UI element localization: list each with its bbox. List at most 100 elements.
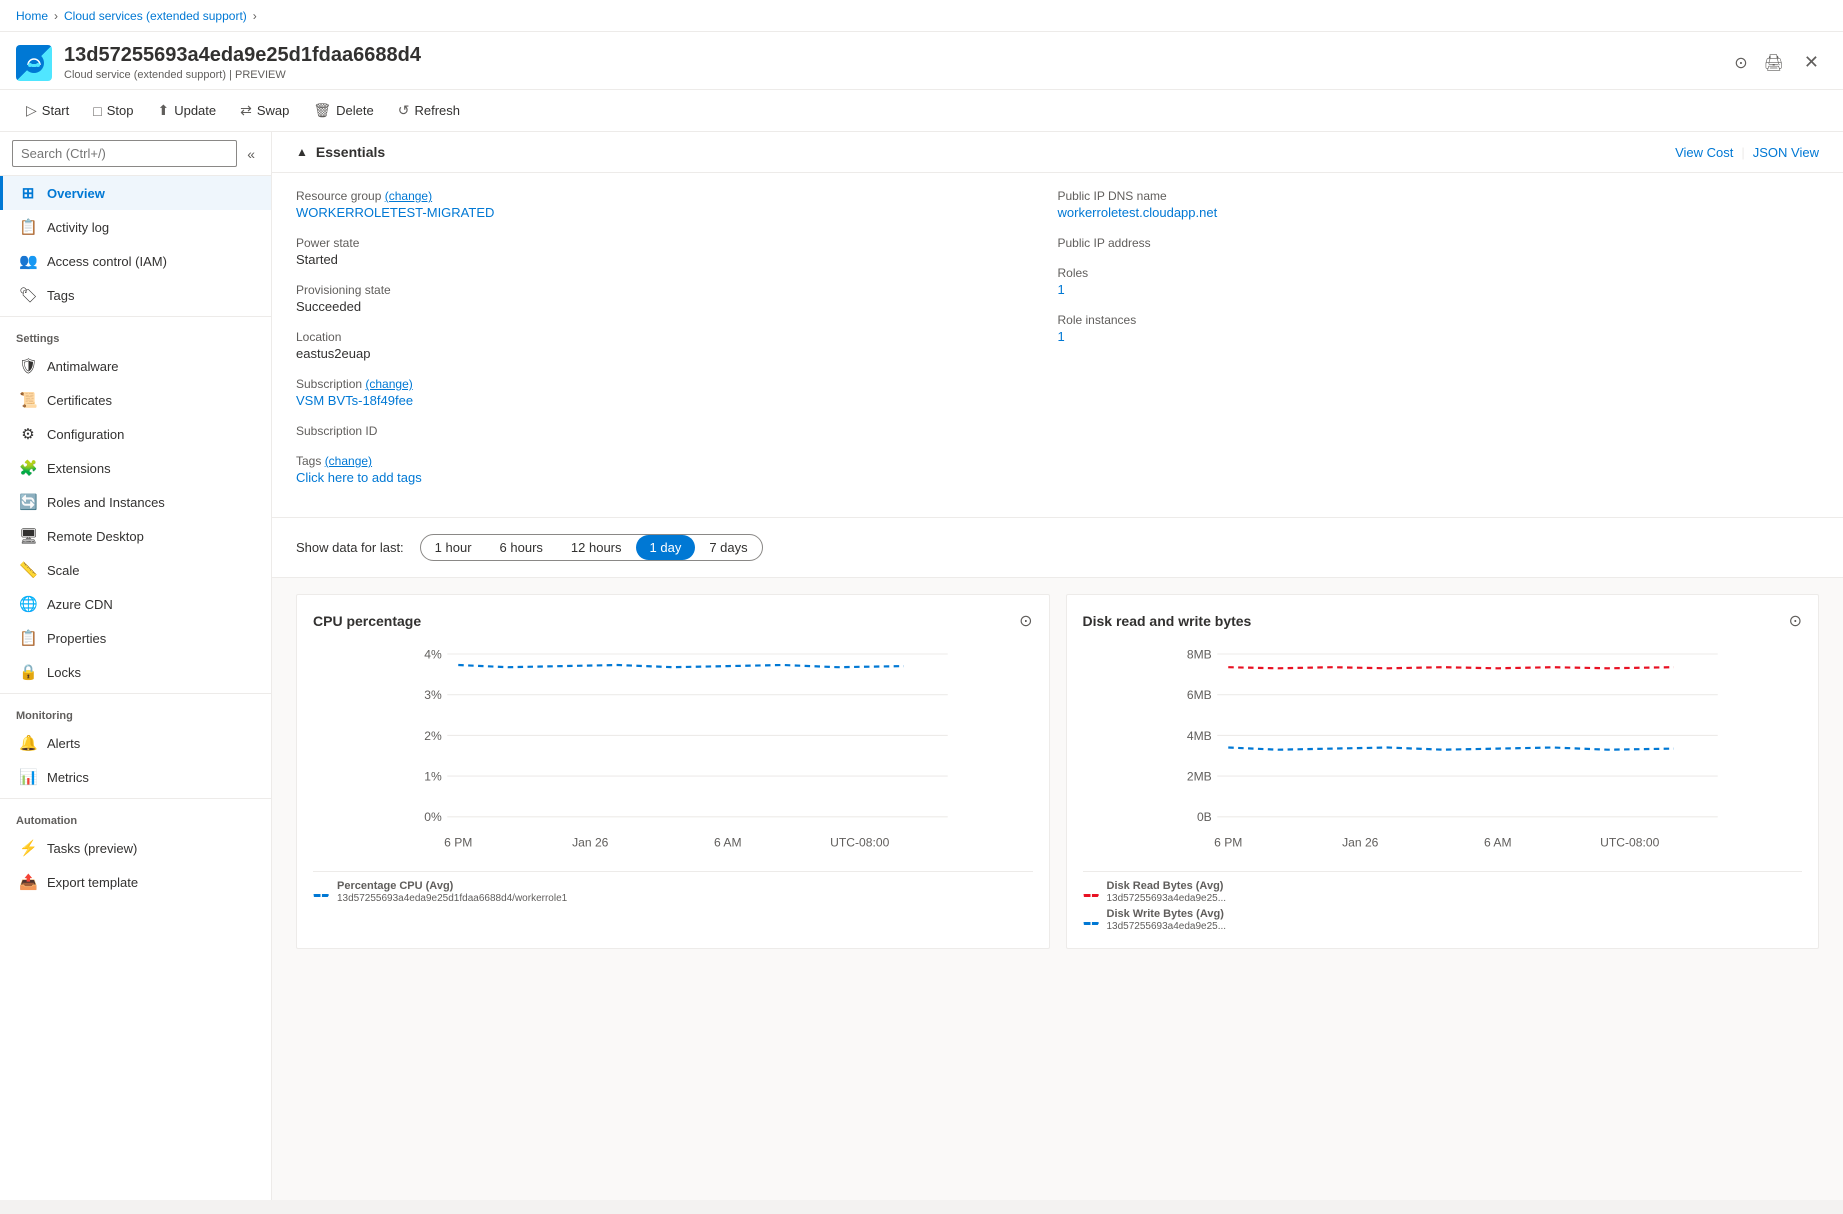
toolbar: ▷ Start □ Stop ⬆ Update ⇄ Swap 🗑 Delete … <box>0 90 1843 132</box>
essentials-value-link-r[interactable]: 1 <box>1058 329 1065 344</box>
sidebar-item-overview[interactable]: ⊞ Overview <box>0 176 271 210</box>
chart-title-disk: Disk read and write bytes <box>1083 613 1252 629</box>
sidebar-item-configuration[interactable]: ⚙ Configuration <box>0 417 271 451</box>
change-link[interactable]: (change) <box>385 189 432 203</box>
time-selector: Show data for last: 1 hour6 hours12 hour… <box>272 518 1843 578</box>
essentials-item-left-0: Resource group (change)WORKERROLETEST-MI… <box>296 189 1058 220</box>
automation-divider <box>0 798 271 799</box>
chart-svg-disk: 8MB6MB4MB2MB0B6 PMJan 266 AMUTC-08:00 <box>1083 643 1803 863</box>
search-input[interactable] <box>12 140 237 167</box>
essentials-value-link[interactable]: Click here to add tags <box>296 470 422 485</box>
time-option-12-hours[interactable]: 12 hours <box>557 535 636 560</box>
sidebar-item-certificates[interactable]: 📜 Certificates <box>0 383 271 417</box>
page-title: 13d57255693a4eda9e25d1fdaa6688d4 <box>64 44 1718 67</box>
chart-pin-button-cpu[interactable]: ⊙ <box>1019 611 1032 631</box>
sidebar-item-alerts[interactable]: 🔔 Alerts <box>0 726 271 760</box>
breadcrumb-sep1: › <box>54 9 58 23</box>
svg-text:6 AM: 6 AM <box>714 836 742 850</box>
essentials-title-group: ▲ Essentials <box>296 144 385 160</box>
sidebar-item-locks[interactable]: 🔒 Locks <box>0 655 271 689</box>
json-view-button[interactable]: JSON View <box>1753 145 1819 160</box>
refresh-button[interactable]: ↺ Refresh <box>388 96 470 125</box>
chart-svg-wrap-disk: 8MB6MB4MB2MB0B6 PMJan 266 AMUTC-08:00 <box>1083 643 1803 863</box>
sidebar-collapse-button[interactable]: « <box>243 142 259 166</box>
time-options-group: 1 hour6 hours12 hours1 day7 days <box>420 534 763 561</box>
svg-text:1%: 1% <box>424 770 442 784</box>
print-icon[interactable]: 🖨 <box>1760 49 1788 77</box>
essentials-value-link-r[interactable]: 1 <box>1058 282 1065 297</box>
essentials-value-link[interactable]: VSM BVTs-18f49fee <box>296 393 413 408</box>
swap-icon: ⇄ <box>240 102 252 119</box>
change-link[interactable]: (change) <box>365 377 412 391</box>
time-option-1-hour[interactable]: 1 hour <box>421 535 486 560</box>
time-option-1-day[interactable]: 1 day <box>636 535 696 560</box>
update-button[interactable]: ⬆ Update <box>147 96 226 125</box>
sidebar-item-remote-desktop[interactable]: 🖥 Remote Desktop <box>0 519 271 553</box>
svg-text:6 PM: 6 PM <box>1214 836 1242 850</box>
chart-legend-disk: Disk Read Bytes (Avg)13d57255693a4eda9e2… <box>1083 871 1803 932</box>
sidebar-item-tasks-preview[interactable]: ⚡ Tasks (preview) <box>0 831 271 865</box>
svg-text:6 PM: 6 PM <box>444 836 472 850</box>
sidebar-item-tags[interactable]: 🏷 Tags <box>0 278 271 312</box>
sidebar-search-area: « <box>0 132 271 176</box>
page-header: 13d57255693a4eda9e25d1fdaa6688d4 Cloud s… <box>0 32 1843 90</box>
essentials-actions: View Cost | JSON View <box>1675 145 1819 160</box>
sidebar-label-0: Overview <box>47 186 105 201</box>
breadcrumb-home[interactable]: Home <box>16 9 48 23</box>
sidebar-label-2: Configuration <box>47 427 124 442</box>
essentials-value-text: eastus2euap <box>296 346 370 361</box>
swap-button[interactable]: ⇄ Swap <box>230 96 299 125</box>
time-option-6-hours[interactable]: 6 hours <box>486 535 557 560</box>
essentials-item-left-3: Locationeastus2euap <box>296 330 1058 361</box>
sidebar-item-extensions[interactable]: 🧩 Extensions <box>0 451 271 485</box>
start-button[interactable]: ▷ Start <box>16 96 79 125</box>
sidebar-item-metrics[interactable]: 📊 Metrics <box>0 760 271 794</box>
sidebar-icon-1: 📤 <box>19 873 37 891</box>
sidebar-icon-0: ⊞ <box>19 184 37 202</box>
essentials-value-text: Succeeded <box>296 299 361 314</box>
breadcrumb-sep2: › <box>253 9 257 23</box>
svg-text:6 AM: 6 AM <box>1483 836 1511 850</box>
stop-button[interactable]: □ Stop <box>83 97 143 125</box>
sidebar-label-3: Tags <box>47 288 74 303</box>
chart-svg-wrap-cpu: 4%3%2%1%0%6 PMJan 266 AMUTC-08:00 <box>313 643 1033 863</box>
sidebar-item-export-template[interactable]: 📤 Export template <box>0 865 271 899</box>
sidebar-item-scale[interactable]: 📏 Scale <box>0 553 271 587</box>
start-icon: ▷ <box>26 102 37 119</box>
sidebar-icon-8: 📋 <box>19 629 37 647</box>
sidebar-item-properties[interactable]: 📋 Properties <box>0 621 271 655</box>
sidebar-icon-1: 📜 <box>19 391 37 409</box>
automation-section-title: Automation <box>0 803 271 831</box>
chart-svg-cpu: 4%3%2%1%0%6 PMJan 266 AMUTC-08:00 <box>313 643 1033 863</box>
breadcrumb-cloud-services[interactable]: Cloud services (extended support) <box>64 9 247 23</box>
delete-button[interactable]: 🗑 Delete <box>303 96 383 125</box>
essentials-chevron-icon: ▲ <box>296 145 308 159</box>
sidebar-label-6: Scale <box>47 563 80 578</box>
sidebar-label-0: Tasks (preview) <box>47 841 137 856</box>
pin-icon[interactable]: ⊙ <box>1730 49 1751 77</box>
change-link[interactable]: (change) <box>325 454 372 468</box>
time-option-7-days[interactable]: 7 days <box>695 535 761 560</box>
sidebar-label-3: Extensions <box>47 461 111 476</box>
sidebar-item-azure-cdn[interactable]: 🌐 Azure CDN <box>0 587 271 621</box>
header-actions: ⊙ 🖨 ✕ <box>1730 48 1827 77</box>
sidebar-item-activity-log[interactable]: 📋 Activity log <box>0 210 271 244</box>
essentials-value-link-r[interactable]: workerroletest.cloudapp.net <box>1058 205 1218 220</box>
svg-text:4MB: 4MB <box>1186 729 1211 743</box>
legend-item-cpu-0: Percentage CPU (Avg)13d57255693a4eda9e25… <box>313 880 1033 904</box>
sidebar-item-roles-and-instances[interactable]: 🔄 Roles and Instances <box>0 485 271 519</box>
sidebar-icon-3: 🏷 <box>19 286 37 304</box>
legend-item-disk-1: Disk Write Bytes (Avg)13d57255693a4eda9e… <box>1083 908 1803 932</box>
essentials-right-col: Public IP DNS nameworkerroletest.cloudap… <box>1058 189 1820 501</box>
stop-icon: □ <box>93 103 101 119</box>
sidebar-label-7: Azure CDN <box>47 597 113 612</box>
essentials-value-link[interactable]: WORKERROLETEST-MIGRATED <box>296 205 494 220</box>
essentials-item-left-5: Subscription ID <box>296 424 1058 438</box>
sidebar-item-access-control-iam[interactable]: 👥 Access control (IAM) <box>0 244 271 278</box>
sidebar-item-antimalware[interactable]: 🛡 Antimalware <box>0 349 271 383</box>
view-cost-button[interactable]: View Cost <box>1675 145 1733 160</box>
essentials-grid: Resource group (change)WORKERROLETEST-MI… <box>272 173 1843 518</box>
chart-legend-cpu: Percentage CPU (Avg)13d57255693a4eda9e25… <box>313 871 1033 904</box>
chart-pin-button-disk[interactable]: ⊙ <box>1789 611 1802 631</box>
close-button[interactable]: ✕ <box>1796 48 1827 77</box>
